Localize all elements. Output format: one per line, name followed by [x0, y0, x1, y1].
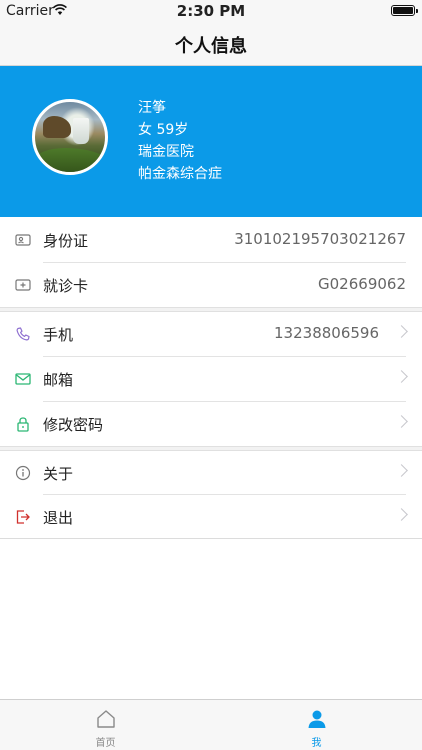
phone-icon — [16, 327, 30, 341]
profile-diagnosis: 帕金森综合症 — [138, 166, 222, 182]
medical-card-value: G02669062 — [318, 275, 406, 293]
medical-card-label: 就诊卡 — [43, 277, 89, 295]
tab-bar: 首页 我 — [0, 699, 422, 750]
tab-home-label: 首页 — [95, 738, 116, 749]
tab-me[interactable]: 我 — [211, 700, 422, 750]
home-icon — [97, 710, 115, 728]
status-time: 2:30 PM — [176, 2, 246, 20]
info-icon — [15, 465, 31, 481]
tab-home[interactable]: 首页 — [0, 700, 211, 750]
profile-gender-age: 女 59岁 — [138, 122, 189, 138]
profile-hospital: 瑞金医院 — [138, 144, 194, 160]
id-card-value: 310102195703021267 — [234, 230, 406, 248]
navigation-bar: 个人信息 — [0, 22, 422, 66]
change-password-row[interactable]: 修改密码 — [0, 402, 422, 446]
phone-value: 13238806596 — [274, 324, 379, 342]
medical-card-icon — [15, 279, 31, 291]
profile-header: 汪筝 女 59岁 瑞金医院 帕金森综合症 — [0, 66, 422, 217]
chevron-right-icon — [395, 370, 408, 383]
email-label: 邮箱 — [43, 371, 74, 389]
avatar[interactable] — [32, 99, 108, 175]
about-row[interactable]: 关于 — [0, 451, 422, 495]
chevron-right-icon — [395, 325, 408, 338]
profile-icon — [308, 710, 326, 728]
tab-me-label: 我 — [311, 738, 322, 749]
change-password-label: 修改密码 — [43, 416, 104, 434]
id-card-row: 身份证 310102195703021267 — [0, 218, 422, 262]
battery-icon — [391, 5, 418, 16]
id-card-label: 身份证 — [43, 232, 89, 250]
page-title: 个人信息 — [175, 36, 247, 57]
chevron-right-icon — [395, 508, 408, 521]
mail-icon — [15, 373, 31, 385]
profile-info: 汪筝 女 59岁 瑞金医院 帕金森综合症 — [138, 97, 222, 185]
id-card-icon — [15, 234, 31, 246]
chevron-right-icon — [395, 415, 408, 428]
medical-card-row: 就诊卡 G02669062 — [0, 263, 422, 307]
status-bar: Carrier 2:30 PM — [0, 0, 422, 22]
about-label: 关于 — [43, 465, 74, 483]
email-row[interactable]: 邮箱 — [0, 357, 422, 401]
logout-row[interactable]: 退出 — [0, 495, 422, 539]
phone-row[interactable]: 手机 13238806596 — [0, 312, 422, 356]
phone-label: 手机 — [43, 326, 74, 344]
chevron-right-icon — [395, 464, 408, 477]
lock-icon — [17, 417, 29, 432]
logout-label: 退出 — [43, 509, 74, 527]
profile-name: 汪筝 — [138, 100, 166, 116]
logout-icon — [16, 510, 30, 524]
divider — [0, 538, 422, 539]
